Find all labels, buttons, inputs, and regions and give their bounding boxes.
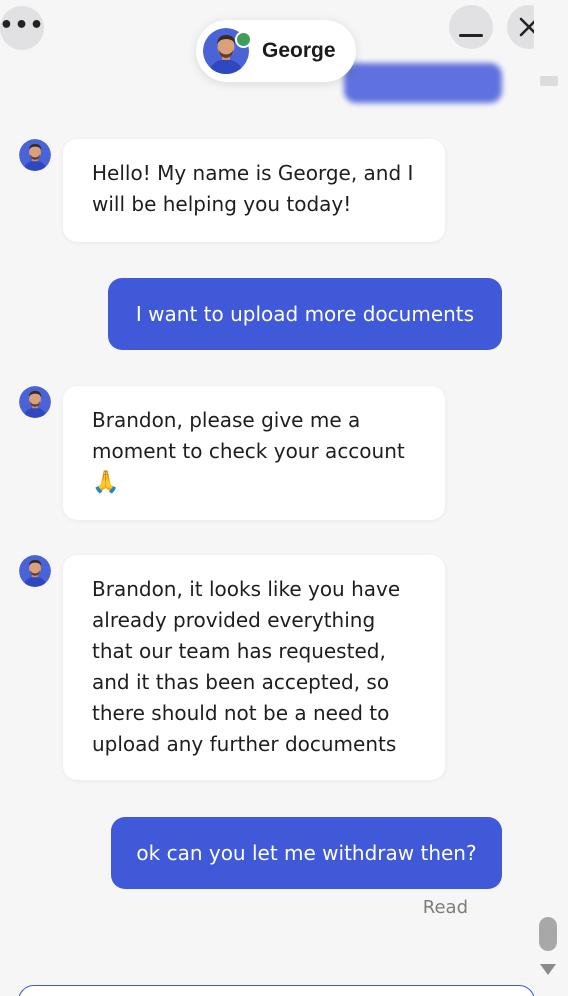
praying-hands-emoji: 🙏 (92, 470, 120, 495)
message-text: Hello! My name is George, and I will be … (92, 161, 414, 216)
user-message-bubble: I want to upload more documents (108, 278, 502, 350)
more-options-button[interactable]: ••• (0, 6, 44, 50)
previous-user-message-blurred (344, 63, 502, 103)
scrollbar[interactable] (534, 0, 568, 996)
agent-avatar-image (19, 139, 51, 171)
scrollbar-thumb[interactable] (539, 917, 557, 951)
agent-avatar (203, 28, 252, 74)
chat-window: ••• George Hello! My name is George, and… (0, 0, 568, 996)
agent-name: George (262, 39, 336, 62)
agent-avatar-image (19, 386, 51, 418)
message-list[interactable]: ••• George Hello! My name is George, and… (0, 0, 551, 996)
message-text: ok can you let me withdraw then? (136, 840, 477, 865)
minimize-button[interactable] (449, 5, 493, 49)
scroll-down-arrow-icon[interactable] (540, 964, 556, 975)
message-text: I want to upload more documents (135, 301, 475, 326)
online-status-indicator (235, 31, 252, 48)
agent-avatar-image (19, 555, 51, 587)
minimize-icon (459, 33, 483, 37)
agent-message-avatar (19, 139, 51, 171)
message-text: Brandon, it looks like you have already … (92, 577, 401, 756)
agent-message-bubble: Hello! My name is George, and I will be … (63, 139, 445, 242)
user-message-bubble: ok can you let me withdraw then? (111, 817, 502, 889)
read-receipt: Read (422, 897, 468, 918)
message-text: Brandon, please give me a moment to chec… (92, 408, 405, 463)
agent-message-bubble: Brandon, it looks like you have already … (63, 555, 445, 780)
agent-message-bubble: Brandon, please give me a moment to chec… (63, 386, 445, 520)
scroll-up-arrow-icon[interactable] (540, 76, 558, 86)
agent-message-avatar (19, 386, 51, 418)
more-horizontal-icon: ••• (0, 12, 45, 38)
message-input[interactable] (18, 985, 535, 996)
agent-message-avatar (19, 555, 51, 587)
agent-header[interactable]: George (196, 20, 356, 82)
